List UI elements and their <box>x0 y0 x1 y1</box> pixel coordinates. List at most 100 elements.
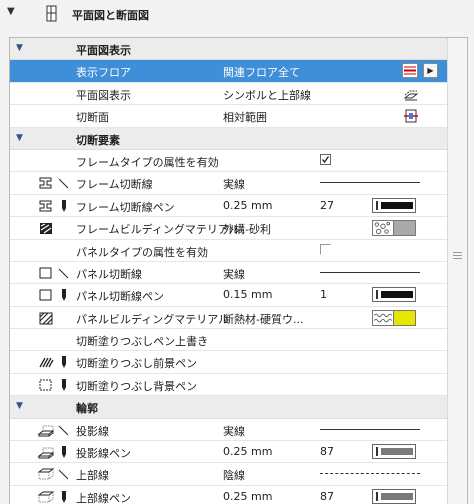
frame-icon <box>39 177 52 189</box>
group-outline[interactable]: ▼ 輪郭 <box>10 396 448 419</box>
row-value[interactable]: 相対範囲 <box>223 109 267 125</box>
settings-rows: ▼ 平面図表示 表示フロア 関連フロア全て ▶ 平面図表示 シンボルと上部線 切… <box>10 38 448 504</box>
row-frame-cut-line-pen[interactable]: フレーム切断線ペン 0.25 mm 27 <box>10 195 448 218</box>
row-value[interactable]: 0.25 mm <box>223 445 272 458</box>
group-cut-elements[interactable]: ▼ 切断要素 <box>10 127 448 150</box>
row-show-on-stories[interactable]: 表示フロア 関連フロア全て ▶ <box>10 60 448 83</box>
pen-number: 27 <box>320 198 334 212</box>
pen-swatch[interactable] <box>372 197 416 213</box>
row-name: パネル切断線 <box>76 267 142 281</box>
story-dropdown-button[interactable]: ▶ <box>423 63 438 79</box>
row-panel-building-material[interactable]: パネルビルディングマテリアル 断熱材-硬質ウ... <box>10 307 448 330</box>
group-label: 切断要素 <box>76 133 120 147</box>
row-panel-cut-line-pen[interactable]: パネル切断線ペン 0.15 mm 1 <box>10 284 448 307</box>
material-swatch[interactable] <box>372 220 416 237</box>
pen-swatch[interactable] <box>372 488 416 504</box>
row-cut-fill-foreground-pen[interactable]: 切断塗りつぶし前景ペン <box>10 351 448 374</box>
row-name: 上部線 <box>76 469 109 483</box>
pen-swatch-tick <box>376 290 378 300</box>
material-color-swatch <box>394 220 416 237</box>
row-cut-plane[interactable]: 切断面 相対範囲 <box>10 105 448 128</box>
group-floor-plan-display[interactable]: ▼ 平面図表示 <box>10 38 448 61</box>
hatch-fill-icon <box>39 358 54 368</box>
row-projected-line-pen[interactable]: 投影線ペン 0.25 mm 87 <box>10 441 448 464</box>
row-name: フレーム切断線ペン <box>76 200 175 214</box>
floor-plan-section-icon <box>46 5 57 22</box>
line-type-icon <box>58 178 69 189</box>
material-swatch[interactable] <box>372 309 416 326</box>
projected-box-icon <box>37 447 55 459</box>
overhead-box-icon <box>37 491 55 503</box>
group-label: 輪郭 <box>76 402 98 416</box>
row-name: 上部線ペン <box>76 491 131 504</box>
checkbox-checked[interactable] <box>320 153 331 165</box>
pen-number: 1 <box>320 288 327 302</box>
pen-icon <box>62 490 66 503</box>
pen-icon <box>62 199 66 212</box>
section-header[interactable]: ▼ 平面図と断面図 <box>0 0 474 30</box>
row-floor-plan-display[interactable]: 平面図表示 シンボルと上部線 <box>10 83 448 106</box>
gravel-pattern-swatch <box>372 220 394 237</box>
solid-line-preview <box>320 182 420 184</box>
row-name: 投影線ペン <box>76 447 131 461</box>
row-projected-line[interactable]: 投影線 実線 <box>10 419 448 442</box>
row-panel-cut-line[interactable]: パネル切断線 実線 <box>10 262 448 285</box>
group-expand-icon[interactable]: ▼ <box>16 43 23 53</box>
checkbox-unchecked[interactable] <box>320 243 331 255</box>
row-name: パネルタイプの属性を有効 <box>76 245 208 259</box>
pen-swatch[interactable] <box>372 287 416 303</box>
row-name: 切断塗りつぶし背景ペン <box>76 379 198 393</box>
row-value[interactable]: 外構-砂利 <box>223 221 271 237</box>
row-overhead-line[interactable]: 上部線 陰線 <box>10 463 448 486</box>
row-name: 切断塗りつぶしペン上書き <box>76 335 209 349</box>
row-value[interactable]: 実線 <box>223 176 245 192</box>
pen-swatch-tick <box>376 200 378 210</box>
group-expand-icon[interactable]: ▼ <box>16 133 23 143</box>
row-value[interactable]: 0.25 mm <box>223 199 272 212</box>
pen-swatch[interactable] <box>372 444 416 460</box>
building-material-icon <box>40 223 52 235</box>
vertical-scrollbar[interactable] <box>447 38 467 504</box>
line-type-icon <box>58 470 69 480</box>
story-icon <box>402 63 418 79</box>
pen-icon <box>62 446 66 459</box>
row-value[interactable]: 断熱材-硬質ウ... <box>223 311 303 327</box>
row-value[interactable]: 0.15 mm <box>223 288 272 301</box>
pen-icon <box>62 378 66 391</box>
relative-range-icon <box>404 109 418 123</box>
row-value[interactable]: 実線 <box>223 423 245 439</box>
group-label: 平面図表示 <box>76 44 131 57</box>
row-cut-fill-pen-override[interactable]: 切断塗りつぶしペン上書き <box>10 329 448 352</box>
row-name: パネルビルディングマテリアル <box>76 312 230 326</box>
projected-box-icon <box>37 425 55 437</box>
empty-fill-icon <box>39 379 52 391</box>
line-type-icon <box>58 425 69 435</box>
row-cut-fill-background-pen[interactable]: 切断塗りつぶし背景ペン <box>10 374 448 397</box>
row-frame-type-attr[interactable]: フレームタイプの属性を有効 <box>10 150 448 173</box>
row-name: フレーム切断線 <box>76 178 153 192</box>
row-frame-cut-line[interactable]: フレーム切断線 実線 <box>10 172 448 195</box>
row-panel-type-attr[interactable]: パネルタイプの属性を有効 <box>10 240 448 262</box>
row-value[interactable]: シンボルと上部線 <box>223 87 311 103</box>
row-value[interactable]: 関連フロア全て <box>223 64 300 80</box>
row-overhead-line-pen[interactable]: 上部線ペン 0.25 mm 87 <box>10 486 448 504</box>
pen-icon <box>62 356 66 369</box>
row-value[interactable]: 実線 <box>223 266 245 282</box>
row-value[interactable]: 陰線 <box>223 467 245 483</box>
row-name: 表示フロア <box>76 66 131 80</box>
row-name: パネル切断線ペン <box>76 290 164 304</box>
dashed-line-preview <box>320 473 420 475</box>
pen-swatch-tick <box>376 447 378 457</box>
material-color-swatch <box>394 309 416 326</box>
collapse-triangle-icon[interactable]: ▼ <box>7 6 15 17</box>
section-title: 平面図と断面図 <box>72 9 149 22</box>
row-frame-building-material[interactable]: フレームビルディングマテリアル 外構-砂利 <box>10 217 448 240</box>
panel-icon <box>39 289 52 301</box>
row-name: フレームタイプの属性を有効 <box>76 155 219 169</box>
group-expand-icon[interactable]: ▼ <box>16 401 23 411</box>
row-value[interactable]: 0.25 mm <box>223 490 272 503</box>
pen-swatch-tick <box>376 491 378 501</box>
panel-icon <box>39 267 52 279</box>
scrollbar-grip-icon[interactable] <box>453 252 462 259</box>
pen-swatch-bar <box>381 448 413 456</box>
